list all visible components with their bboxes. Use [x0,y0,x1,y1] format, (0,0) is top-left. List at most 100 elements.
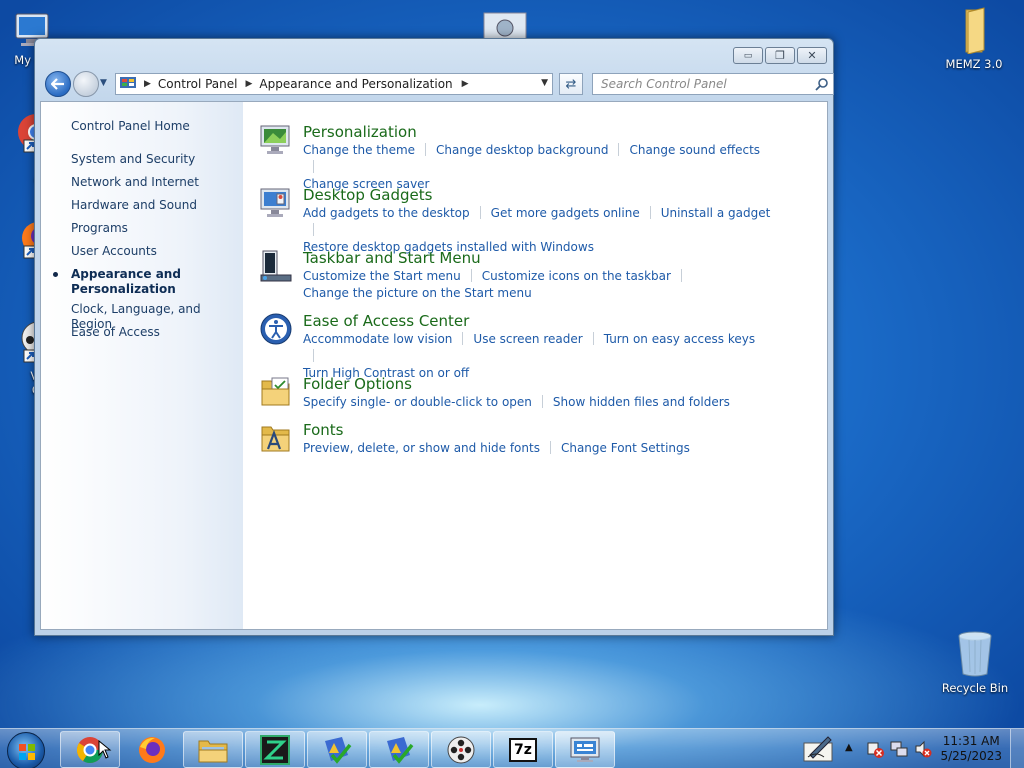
content-area: Control Panel Home System and Security N… [40,101,828,630]
divider [479,206,481,219]
action-center-icon[interactable] [866,740,884,761]
category-title-ease-of-access[interactable]: Ease of Access Center [303,312,469,330]
nav-system-and-security[interactable]: System and Security [71,152,236,167]
link-show-hidden-files[interactable]: Show hidden files and folders [553,395,730,409]
search-input[interactable]: Search Control Panel [592,73,834,95]
nav-user-accounts[interactable]: User Accounts [71,244,236,259]
mouse-cursor-icon [98,740,112,759]
forward-button[interactable] [73,71,99,97]
network-icon[interactable] [890,740,908,761]
restore-button[interactable]: ❐ [765,47,795,64]
recycle-bin-icon [958,631,992,677]
close-button[interactable]: ✕ [797,47,827,64]
folder-options-icon [261,377,290,406]
taskbar-chrome[interactable] [60,731,120,768]
link-single-double-click[interactable]: Specify single- or double-click to open [303,395,532,409]
divider [618,143,620,156]
category-title-fonts[interactable]: Fonts [303,421,343,439]
link-change-desktop-background[interactable]: Change desktop background [436,143,608,157]
left-navigation-pane: Control Panel Home System and Security N… [41,102,243,629]
address-dropdown-icon[interactable]: ▼ [541,78,548,88]
category-title-taskbar-start-menu[interactable]: Taskbar and Start Menu [303,249,481,267]
link-accommodate-low-vision[interactable]: Accommodate low vision [303,332,452,346]
control-panel-icon [570,737,600,762]
link-use-screen-reader[interactable]: Use screen reader [473,332,582,346]
breadcrumb-separator-icon[interactable]: ▶ [462,79,469,89]
link-easy-access-keys[interactable]: Turn on easy access keys [604,332,755,346]
breadcrumb-separator-icon[interactable]: ▶ [246,79,253,89]
desktop-icon-label: MEMZ 3.0 [945,57,1003,71]
app-z-icon [260,734,290,765]
divider [541,395,543,408]
desktop-icon-memz-folder[interactable]: MEMZ 3.0 [936,6,1012,71]
taskbar-control-panel[interactable] [555,731,615,768]
search-icon[interactable] [815,77,829,91]
link-add-gadgets[interactable]: Add gadgets to the desktop [303,206,470,220]
personalization-icon [260,125,290,154]
taskbar-7zip[interactable]: 7z [493,731,553,768]
nav-appearance-and-personalization[interactable]: Appearance and Personalization [71,267,236,297]
category-title-personalization[interactable]: Personalization [303,123,417,141]
minimize-icon: ▭ [743,50,753,61]
link-change-sound-effects[interactable]: Change sound effects [629,143,760,157]
link-customize-taskbar-icons[interactable]: Customize icons on the taskbar [482,269,671,283]
back-button[interactable] [45,71,71,97]
pen-input-icon[interactable] [802,735,834,766]
link-customize-start-menu[interactable]: Customize the Start menu [303,269,461,283]
volume-muted-icon[interactable] [914,740,932,761]
divider [313,349,314,362]
breadcrumb-control-panel[interactable]: Control Panel [158,77,238,91]
breadcrumb-separator-icon[interactable]: ▶ [144,79,151,89]
show-hidden-icons-button[interactable]: ▲ [845,742,853,753]
address-bar[interactable]: ▶ Control Panel ▶ Appearance and Persona… [115,73,553,95]
7zip-icon: 7z [509,737,537,762]
recent-pages-button[interactable]: ▼ [100,78,107,88]
minimize-button[interactable]: ▭ [733,47,763,64]
link-change-theme[interactable]: Change the theme [303,143,415,157]
control-panel-window: ▭ ❐ ✕ ▼ ▶ Control Panel ▶ Appearance and… [34,38,834,636]
category-title-folder-options[interactable]: Folder Options [303,375,412,393]
windows-logo-icon [19,744,35,760]
divider [313,160,314,173]
taskbar-app-z[interactable] [245,731,305,768]
link-preview-fonts[interactable]: Preview, delete, or show and hide fonts [303,441,540,455]
taskbar-video[interactable] [431,731,491,768]
refresh-icon: ⇄ [565,76,577,92]
search-placeholder: Search Control Panel [601,77,727,91]
start-button[interactable] [7,732,45,768]
taskbar-icon [260,250,292,282]
category-title-desktop-gadgets[interactable]: Desktop Gadgets [303,186,432,204]
taskbar-firefox[interactable] [122,731,182,768]
chevron-down-icon: ▼ [100,78,107,88]
explorer-icon [198,740,228,762]
category-links: Specify single- or double-click to open S… [303,394,773,411]
taskbar-explorer[interactable] [183,731,243,768]
nav-active-label-line2: Personalization [71,282,176,296]
divider [462,332,464,345]
firefox-icon [139,736,165,763]
settings-icon [483,12,527,40]
link-change-start-menu-picture[interactable]: Change the picture on the Start menu [303,286,532,300]
show-desktop-button[interactable] [1010,729,1024,768]
link-change-font-settings[interactable]: Change Font Settings [561,441,690,455]
refresh-button[interactable]: ⇄ [559,73,583,95]
nav-network-and-internet[interactable]: Network and Internet [71,175,236,190]
video-icon [447,736,475,763]
desktop-icon-recycle-bin[interactable]: Recycle Bin [937,630,1013,695]
nav-programs[interactable]: Programs [71,221,236,236]
category-links: Customize the Start menu Customize icons … [303,268,773,302]
nav-control-panel-home[interactable]: Control Panel Home [71,119,236,134]
nav-hardware-and-sound[interactable]: Hardware and Sound [71,198,236,213]
system-clock[interactable]: 11:31 AM 5/25/2023 [940,734,1002,764]
link-get-more-gadgets[interactable]: Get more gadgets online [491,206,640,220]
divider [549,441,551,454]
taskbar-app-checkmark-2[interactable] [369,731,429,768]
link-uninstall-gadget[interactable]: Uninstall a gadget [661,206,771,220]
arrow-left-icon [51,78,64,90]
control-panel-icon [120,77,136,88]
taskbar-app-checkmark-1[interactable] [307,731,367,768]
app-checkmark-icon [325,736,352,764]
breadcrumb-appearance[interactable]: Appearance and Personalization [259,77,452,91]
restore-icon: ❐ [775,49,785,62]
nav-ease-of-access[interactable]: Ease of Access [71,325,236,340]
